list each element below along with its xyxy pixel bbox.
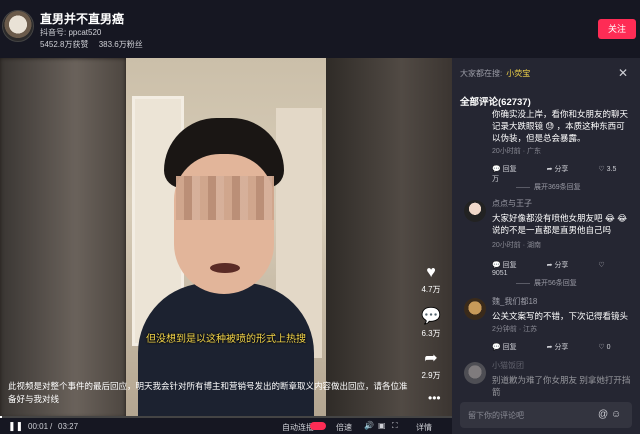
autoplay-toggle[interactable] bbox=[310, 422, 326, 430]
autoplay-label: 自动连播 bbox=[282, 423, 314, 432]
emoji-icon[interactable]: ☺ bbox=[611, 409, 621, 420]
commenter-name[interactable]: 魏_我们都18 bbox=[492, 296, 537, 307]
fans-total: 383.6万粉丝 bbox=[98, 40, 143, 49]
commenter-avatar[interactable] bbox=[464, 298, 486, 320]
reply-button[interactable]: 💬 回复 bbox=[492, 262, 531, 269]
pip-icon[interactable]: ▣ bbox=[378, 421, 386, 430]
volume-icon[interactable]: 🔊 bbox=[364, 421, 374, 430]
face-mosaic bbox=[176, 176, 274, 220]
comment-count: 6.3万 bbox=[421, 329, 441, 338]
author-name[interactable]: 直男并不直男癌 bbox=[40, 10, 124, 27]
more-icon[interactable]: ••• bbox=[428, 391, 441, 405]
at-icon[interactable]: @ bbox=[598, 409, 608, 420]
share-icon: ➦ bbox=[424, 350, 438, 367]
follow-button[interactable]: 关注 bbox=[598, 19, 636, 39]
person-mouth bbox=[210, 263, 240, 273]
comment-text: 公关文案写的不错，下次记得看镜头 bbox=[492, 311, 629, 321]
author-stats: 5452.8万获赞 383.6万粉丝 bbox=[40, 39, 151, 50]
commenter-avatar[interactable] bbox=[464, 362, 486, 384]
search-keyword[interactable]: 小荧宝 bbox=[506, 69, 530, 78]
commenter-avatar[interactable] bbox=[464, 200, 486, 222]
likes-total: 5452.8万获赞 bbox=[40, 40, 89, 49]
douyin-id: 抖音号: ppcat520 bbox=[40, 28, 102, 37]
comment-meta: 20小时前 · 湖南 bbox=[492, 242, 542, 249]
input-actions: @ ☺ bbox=[598, 409, 621, 420]
share-count: 2.9万 bbox=[421, 371, 441, 380]
comment-meta: 20小时前 · 广东 bbox=[492, 148, 542, 155]
comment-text: 你确实没上岸，看你和女朋友的聊天记录大跌眼镜 😓 ，本质这种东西可以伪装，但是总… bbox=[492, 109, 629, 143]
expand-replies[interactable]: 展开56条回复 bbox=[516, 278, 577, 288]
player-controls: ❚❚ 00:01 / 03:27 自动连播 倍速 🔊 ▣ ⛶ 详情 bbox=[0, 418, 452, 434]
reply-label: 回复 bbox=[502, 262, 517, 269]
comment-action[interactable]: 💬 6.3万 bbox=[416, 308, 446, 339]
reply-button[interactable]: 💬 回复 bbox=[492, 344, 531, 351]
comment-icon: 💬 bbox=[421, 308, 441, 325]
comment-text: 别道歉为难了你女朋友 别拿她打开挡箭 bbox=[492, 375, 631, 397]
share-action[interactable]: ➦ 2.9万 bbox=[416, 350, 446, 381]
share-label: 分享 bbox=[554, 262, 569, 269]
speed-button[interactable]: 倍速 bbox=[336, 422, 352, 433]
reply-label: 回复 bbox=[502, 166, 517, 173]
comment-like-button[interactable]: ♡ 0 bbox=[598, 344, 624, 351]
commenter-name[interactable]: 小猫饭团 bbox=[492, 360, 524, 371]
share-label: 分享 bbox=[554, 166, 569, 173]
comment-actions: 💬 回复 ➦ 分享 ♡ 3.5万 bbox=[492, 164, 640, 184]
heart-icon: ♥ bbox=[426, 264, 436, 281]
share-comment-button[interactable]: ➦ 分享 bbox=[547, 262, 583, 269]
comment-text: 大家好像都没有喷他女朋友吧 😂 😂 说的不是一直都是直男他自己吗 bbox=[492, 213, 628, 235]
fullscreen-icon[interactable]: ⛶ bbox=[392, 421, 398, 431]
comments-header: 全部评论(62737) bbox=[460, 97, 531, 108]
total-time: 03:27 bbox=[58, 422, 79, 431]
share-comment-button[interactable]: ➦ 分享 bbox=[547, 344, 583, 351]
pause-icon[interactable]: ❚❚ bbox=[8, 421, 23, 432]
comment-actions: 💬 回复 ➦ 分享 ♡ 0 bbox=[492, 342, 639, 352]
share-comment-button[interactable]: ➦ 分享 bbox=[547, 166, 583, 173]
like-count: 4.7万 bbox=[421, 285, 441, 294]
comment-meta: 2分钟前 · 江苏 bbox=[492, 326, 538, 333]
time-separator: / bbox=[50, 422, 53, 431]
current-time: 00:01 bbox=[28, 422, 49, 431]
author-header: 直男并不直男癌 抖音号: ppcat520 5452.8万获赞 383.6万粉丝… bbox=[0, 0, 640, 58]
comment-like-count: 9051 bbox=[492, 270, 508, 277]
video-subtitle: 但没想到是以这种被喷的形式上热搜 bbox=[146, 334, 306, 345]
comment-actions: 💬 回复 ➦ 分享 ♡ 9051 bbox=[492, 260, 640, 277]
expand-replies[interactable]: 展开369条回复 bbox=[516, 182, 581, 192]
video-blur-left bbox=[0, 58, 126, 418]
video-frame bbox=[126, 58, 326, 418]
video-description: 此视频是对整个事件的最后回应，明天我会针对所有博主和营销号发出的断章取义内容做出… bbox=[8, 381, 408, 404]
close-icon[interactable]: ✕ bbox=[618, 66, 628, 80]
reply-button[interactable]: 💬 回复 bbox=[492, 166, 531, 173]
like-action[interactable]: ♥ 4.7万 bbox=[416, 264, 446, 295]
details-button[interactable]: 详情 bbox=[416, 422, 432, 433]
search-hint: 大家都在搜: 小荧宝 bbox=[460, 68, 530, 79]
comment-like-count: 0 bbox=[606, 344, 611, 351]
author-avatar[interactable] bbox=[2, 10, 34, 42]
search-hint-label: 大家都在搜: bbox=[460, 69, 503, 78]
comment-panel: 大家都在搜: 小荧宝 ✕ 全部评论(62737) 你确实没上岸，看你和女朋友的聊天… bbox=[452, 58, 640, 434]
person-face bbox=[174, 154, 274, 294]
commenter-name[interactable]: 点点与王子 bbox=[492, 198, 532, 209]
reply-label: 回复 bbox=[502, 344, 517, 351]
share-label: 分享 bbox=[554, 344, 569, 351]
video-player[interactable]: 但没想到是以这种被喷的形式上热搜 ♥ 4.7万 💬 6.3万 ➦ 2.9万 此视… bbox=[0, 58, 452, 418]
